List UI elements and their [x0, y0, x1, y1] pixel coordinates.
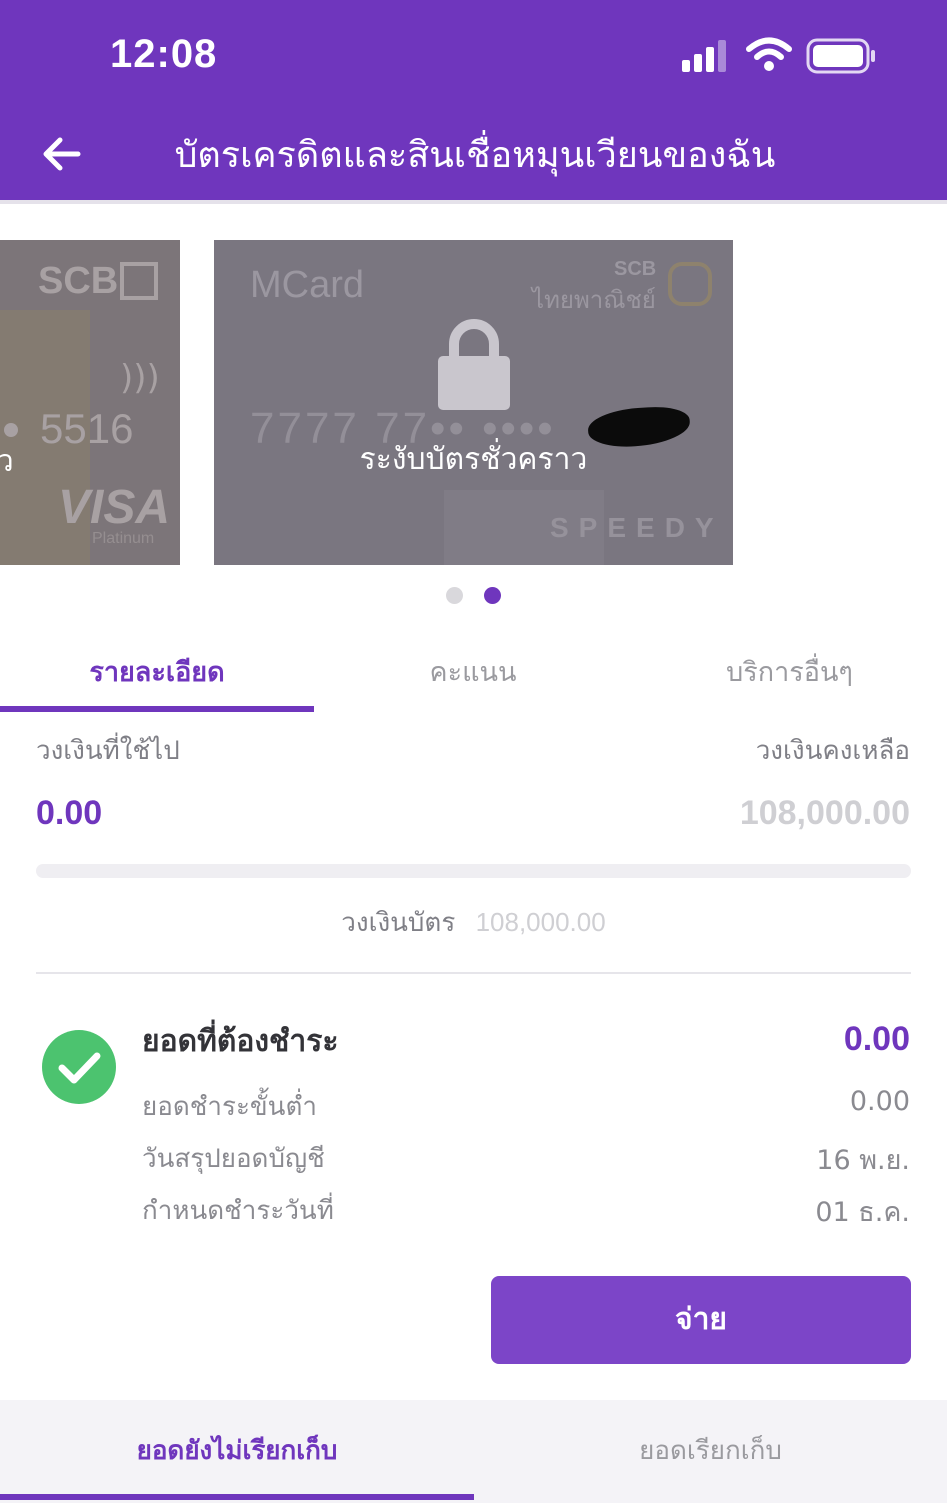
tab-details[interactable]: รายละเอียด [0, 650, 314, 712]
minimum-payment-label: ยอดชำระขั้นต่ำ [142, 1092, 317, 1122]
credit-card-current[interactable]: MCard SCB ไทยพาณิชย์ 7777 77•• •••• SPEE… [214, 240, 733, 565]
minimum-payment-value: 0.00 [849, 1086, 910, 1117]
transaction-tabs: ยอดยังไม่เรียกเก็บ ยอดเรียกเก็บ [0, 1400, 947, 1503]
used-credit-value: 0.00 [36, 794, 103, 832]
pager-dot[interactable] [446, 587, 463, 604]
used-credit-label: วงเงินที่ใช้ไป [36, 736, 180, 766]
card-tier: Platinum [92, 530, 155, 547]
check-circle-icon [42, 1030, 116, 1104]
statement-date-value: 16 พ.ย. [816, 1145, 910, 1176]
credit-limit-label: วงเงินบัตร [341, 908, 456, 938]
card-product: MCard [250, 264, 365, 306]
credit-limit-row: วงเงินบัตร 108,000.00 [0, 902, 947, 943]
status-time: 12:08 [110, 32, 218, 76]
pay-button[interactable]: จ่าย [491, 1276, 911, 1364]
active-bottom-tab-indicator [0, 1494, 474, 1500]
remaining-credit-value: 108,000.00 [739, 794, 910, 832]
amount-due-value: 0.00 [843, 1020, 910, 1058]
card-pager [444, 587, 504, 605]
due-date-label: กำหนดชำระวันที่ [142, 1196, 334, 1226]
wifi-icon [746, 37, 792, 71]
amount-due-label: ยอดที่ต้องชำระ [142, 1024, 339, 1059]
header-divider [0, 200, 947, 204]
tab-billed[interactable]: ยอดเรียกเก็บ [474, 1430, 947, 1494]
card-number-tail: 5516 [40, 405, 134, 452]
tab-unbilled[interactable]: ยอดยังไม่เรียกเก็บ [0, 1430, 474, 1494]
page-title: บัตรเครดิตและสินเชื่อหมุนเวียนของฉัน [174, 135, 776, 176]
credit-card-previous[interactable]: SCB ))) 5516 าว VISA Platinum [0, 240, 180, 565]
tab-points[interactable]: คะแนน [314, 650, 632, 712]
back-arrow-icon[interactable] [34, 126, 94, 182]
card-bank-name: ไทยพาณิชย์ [532, 286, 656, 314]
app-header: 12:08 บัตรเครดิตและสินเชื่อหมุนเวียนของฉ… [0, 0, 947, 202]
lock-icon [438, 319, 510, 410]
bank-logo-icon [668, 262, 712, 306]
credit-usage-bar [36, 864, 911, 878]
tab-other-services[interactable]: บริการอื่นๆ [632, 650, 947, 712]
cellular-signal-icon [682, 40, 726, 72]
card-bank-short: SCB [614, 258, 657, 280]
credit-limit-value: 108,000.00 [475, 907, 606, 937]
card-details-screen: 12:08 บัตรเครดิตและสินเชื่อหมุนเวียนของฉ… [0, 0, 947, 1503]
card-series: SPEEDY [550, 512, 724, 543]
statement-date-label: วันสรุปยอดบัญชี [142, 1144, 325, 1174]
pager-dot-active[interactable] [484, 587, 501, 604]
remaining-credit-label: วงเงินคงเหลือ [755, 736, 910, 766]
battery-icon [806, 38, 875, 74]
active-tab-indicator [0, 706, 314, 712]
bank-logo-icon [120, 262, 158, 300]
contactless-icon: ))) [120, 358, 160, 398]
card-brand: SCB [38, 260, 119, 302]
section-divider [36, 972, 911, 974]
masked-digit [4, 423, 18, 437]
due-date-value: 01 ธ.ค. [815, 1197, 910, 1228]
card-network: VISA [58, 481, 171, 534]
card-status-text: าว [0, 444, 14, 479]
